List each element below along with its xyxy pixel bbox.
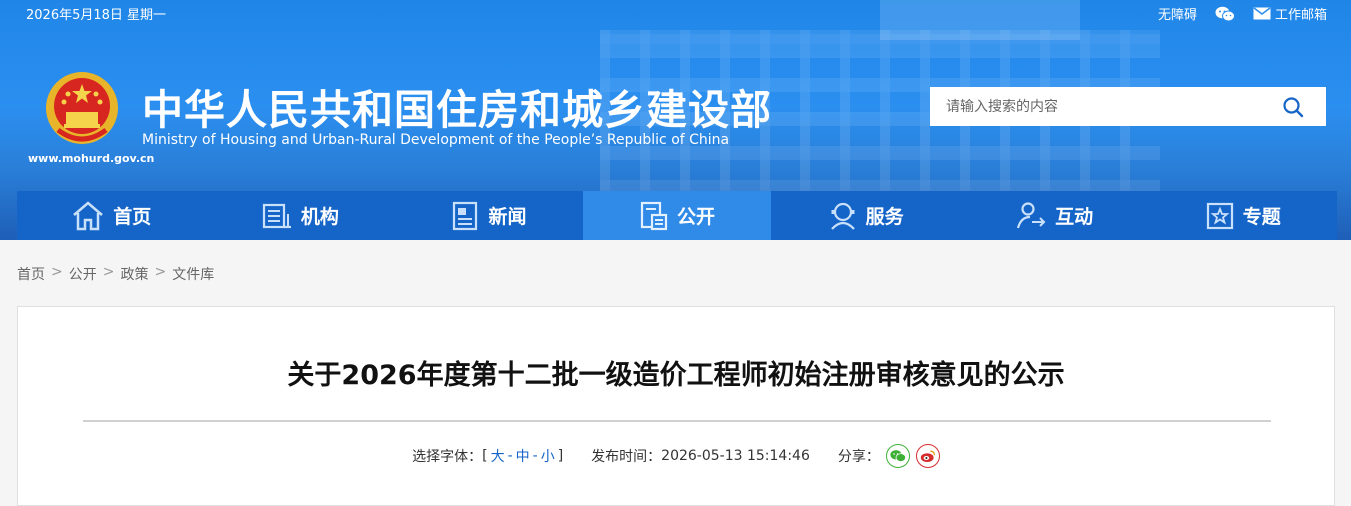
nav-item-interaction[interactable]: 互动 [960, 191, 1149, 240]
header-banner: 2026年5月18日 星期一 无障碍 工作邮箱 www.mohurd.gov.c… [0, 0, 1351, 240]
breadcrumb-separator: > [102, 264, 115, 280]
publish-info: 发布时间： 2026-05-13 15:14:46 [591, 446, 810, 466]
publish-label: 发布时间： [591, 449, 662, 465]
nav-item-public[interactable]: 公开 [582, 191, 772, 240]
work-mail-link[interactable]: 工作邮箱 [1253, 4, 1327, 23]
nav-label: 服务 [865, 206, 904, 228]
nav-label: 互动 [1055, 206, 1094, 228]
breadcrumb-separator: > [51, 264, 63, 280]
accessibility-link[interactable]: 无障碍 [1158, 4, 1197, 23]
top-links: 无障碍 工作邮箱 [1158, 4, 1327, 23]
nav-item-topics[interactable]: 专题 [1148, 191, 1337, 240]
wechat-icon [1215, 6, 1235, 21]
breadcrumb: 首页 > 公开 > 政策 > 文件库 [17, 264, 214, 284]
ministry-title-cn: 中华人民共和国住房和城乡建设部 [142, 86, 772, 134]
main-nav: 首页 机构 新闻 公开 服务 互动 专题 [17, 191, 1337, 240]
bracket-close: ] [557, 448, 564, 464]
breadcrumb-separator: > [154, 264, 167, 280]
nav-item-service[interactable]: 服务 [771, 191, 960, 240]
breadcrumb-home[interactable]: 首页 [17, 264, 45, 284]
font-size-label: 选择字体： [412, 449, 483, 465]
font-size-selector: 选择字体： [ 大 - 中 - 小 ] [412, 446, 563, 466]
breadcrumb-policy[interactable]: 政策 [120, 264, 148, 284]
nav-label: 机构 [300, 206, 339, 228]
home-icon [73, 200, 104, 230]
building-icon [262, 203, 291, 228]
title-divider [83, 420, 1271, 422]
accessibility-label: 无障碍 [1157, 8, 1197, 23]
nav-label: 专题 [1242, 206, 1281, 228]
newspaper-icon [453, 201, 478, 230]
search-box [930, 87, 1326, 126]
breadcrumb-library[interactable]: 文件库 [172, 264, 214, 284]
search-input[interactable] [930, 87, 1260, 126]
weibo-icon [920, 450, 935, 462]
nav-label: 首页 [113, 206, 152, 228]
site-url: www.mohurd.gov.cn [28, 152, 155, 165]
nav-item-news[interactable]: 新闻 [394, 191, 583, 240]
service-icon [830, 202, 855, 230]
nav-label: 新闻 [488, 206, 527, 228]
top-bar: 2026年5月18日 星期一 无障碍 工作邮箱 [0, 0, 1351, 24]
share-wechat-button[interactable] [885, 444, 910, 468]
interaction-icon [1017, 201, 1046, 228]
national-emblem-icon [46, 72, 118, 144]
nav-label: 公开 [677, 206, 716, 228]
wechat-icon [890, 450, 906, 462]
search-icon[interactable] [1282, 96, 1304, 118]
share-section: 分享： [838, 444, 940, 468]
article-meta: 选择字体： [ 大 - 中 - 小 ] 发布时间： 2026-05-13 15:… [18, 444, 1334, 468]
article-title: 关于2026年度第十二批一级造价工程师初始注册审核意见的公示 [287, 360, 1065, 391]
share-weibo-button[interactable] [915, 444, 940, 468]
publish-time: 2026-05-13 15:14:46 [661, 448, 810, 464]
wechat-top-link[interactable] [1215, 6, 1235, 22]
work-mail-label: 工作邮箱 [1274, 8, 1327, 23]
current-date: 2026年5月18日 星期一 [26, 8, 167, 23]
document-icon [640, 201, 668, 230]
article-card: 关于2026年度第十二批一级造价工程师初始注册审核意见的公示 选择字体： [ 大… [17, 306, 1335, 506]
nav-item-home[interactable]: 首页 [17, 191, 206, 240]
nav-item-institutions[interactable]: 机构 [206, 191, 395, 240]
topic-icon [1206, 202, 1233, 229]
font-large-button[interactable]: 大 [488, 446, 508, 466]
breadcrumb-public[interactable]: 公开 [69, 264, 97, 284]
share-label: 分享： [837, 449, 880, 465]
ministry-title-en: Ministry of Housing and Urban-Rural Deve… [142, 132, 730, 148]
font-medium-button[interactable]: 中 [513, 446, 533, 466]
font-small-button[interactable]: 小 [538, 446, 558, 466]
mail-icon [1253, 7, 1271, 20]
